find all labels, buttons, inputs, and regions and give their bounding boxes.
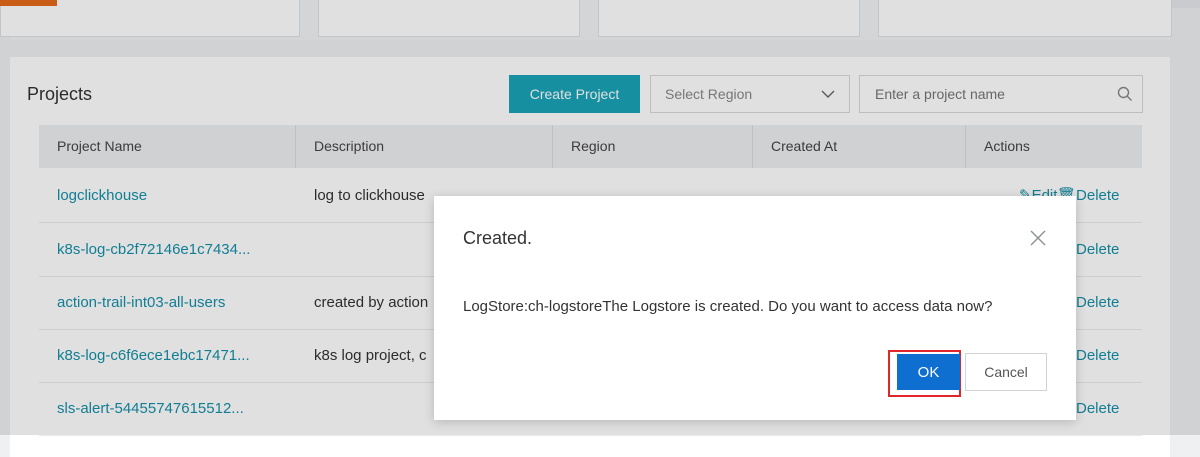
created-dialog: Created. LogStore:ch-logstoreThe Logstor… bbox=[434, 196, 1076, 420]
ok-button[interactable]: OK bbox=[897, 354, 960, 390]
dialog-title: Created. bbox=[463, 228, 533, 248]
cancel-button[interactable]: Cancel bbox=[965, 353, 1047, 391]
close-icon[interactable] bbox=[1029, 229, 1047, 247]
dialog-message: LogStore:ch-logstoreThe Logstore is crea… bbox=[463, 298, 993, 315]
